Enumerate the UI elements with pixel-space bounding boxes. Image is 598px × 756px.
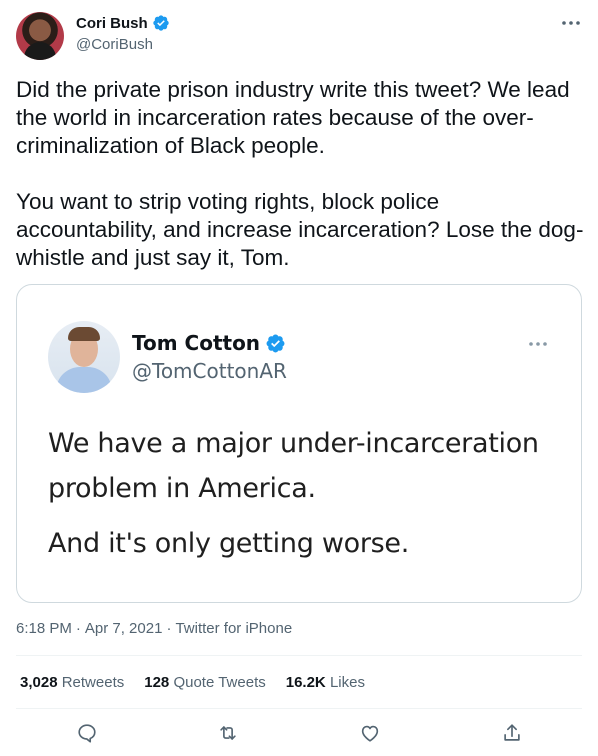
retweets-stat[interactable]: 3,028 Retweets: [20, 674, 124, 691]
author-name[interactable]: Cori Bush: [76, 15, 148, 32]
tweet-time[interactable]: 6:18 PM: [16, 620, 72, 637]
likes-label: Likes: [329, 674, 365, 691]
meta-separator: ·: [75, 620, 81, 637]
share-button[interactable]: [499, 720, 525, 746]
retweet-button[interactable]: [215, 720, 241, 746]
likes-stat[interactable]: 16.2K Likes: [286, 674, 365, 691]
embedded-author-handle: @TomCottonAR: [132, 359, 287, 383]
tweet-date[interactable]: Apr 7, 2021: [85, 620, 163, 637]
author-name-row: Cori Bush: [76, 14, 170, 32]
embedded-text-line: And it's only getting worse.: [48, 528, 409, 559]
verified-badge-icon: [266, 334, 285, 352]
tweet-stats: 3,028 Retweets 128 Quote Tweets 16.2K Li…: [20, 674, 365, 691]
meta-separator: ·: [166, 620, 172, 637]
quote-tweets-stat[interactable]: 128 Quote Tweets: [144, 674, 265, 691]
like-button[interactable]: [357, 720, 383, 746]
embedded-tweet-image[interactable]: Tom Cotton @TomCottonAR We have a major …: [16, 284, 582, 603]
verified-badge-icon: [152, 15, 169, 31]
tweet-meta: 6:18 PM · Apr 7, 2021 · Twitter for iPho…: [16, 620, 292, 637]
embedded-text-line: problem in America.: [48, 473, 316, 504]
action-bar: [16, 718, 582, 748]
reply-icon: [78, 724, 96, 743]
avatar[interactable]: [16, 12, 64, 60]
more-options-icon: [529, 342, 547, 346]
likes-count: 16.2K: [285, 674, 326, 691]
tweet-source[interactable]: Twitter for iPhone: [175, 620, 292, 637]
share-icon: [504, 724, 520, 741]
embedded-author-name: Tom Cotton: [132, 331, 261, 355]
retweets-label: Retweets: [61, 674, 125, 691]
embedded-name-row: Tom Cotton: [132, 331, 286, 355]
more-options-icon[interactable]: [560, 16, 582, 30]
divider: [16, 655, 582, 656]
tweet-header: Cori Bush @CoriBush: [16, 12, 582, 62]
tweet-text: Did the private prison industry write th…: [16, 77, 584, 270]
reply-button[interactable]: [74, 720, 100, 746]
quote-tweets-label: Quote Tweets: [173, 674, 266, 691]
embedded-text-line: We have a major under-incarceration: [48, 428, 539, 459]
like-icon: [361, 725, 379, 742]
retweets-count: 3,028: [20, 674, 58, 691]
divider: [16, 708, 582, 709]
embedded-avatar: [48, 321, 120, 393]
quote-tweets-count: 128: [144, 674, 170, 691]
retweet-icon: [220, 726, 236, 740]
author-handle[interactable]: @CoriBush: [76, 36, 153, 53]
